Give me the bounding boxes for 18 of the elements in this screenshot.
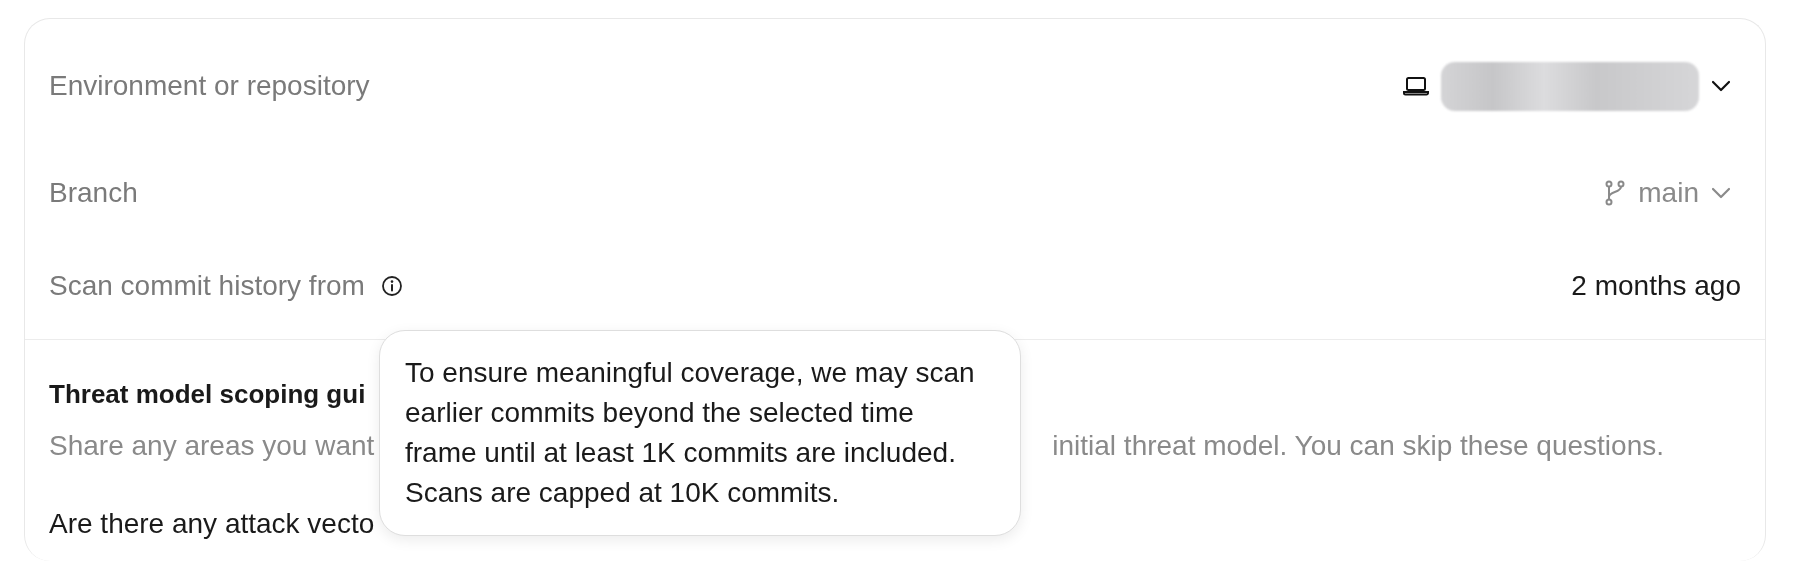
tooltip-text: frame until at least 1K commits are included. <box>405 436 957 470</box>
setting-label: Environment or repository <box>49 70 370 102</box>
tooltip-text: earlier commits beyond the selected time <box>405 396 915 430</box>
tooltip-text: To ensure meaningful coverage, we may scan <box>405 356 976 390</box>
branch-icon <box>1604 180 1627 206</box>
info-icon[interactable] <box>380 275 403 297</box>
tooltip-text: Scans are capped at 10K commits. <box>405 476 841 510</box>
section-title: Threat model scoping gui <box>49 378 367 410</box>
branch-value: main <box>1638 177 1699 209</box>
chevron-down-icon <box>1711 80 1731 92</box>
description-text: initial threat model. You can skip these questions. <box>1052 430 1664 462</box>
question-text: Are there any attack vecto <box>49 508 375 539</box>
description-text: Share any areas you want <box>49 430 375 462</box>
history-value[interactable]: 2 months ago <box>1571 270 1741 302</box>
setting-label: Scan commit history from <box>49 270 365 302</box>
chevron-down-icon <box>1711 187 1731 199</box>
laptop-icon <box>1403 76 1429 96</box>
setting-label: Branch <box>49 177 138 209</box>
